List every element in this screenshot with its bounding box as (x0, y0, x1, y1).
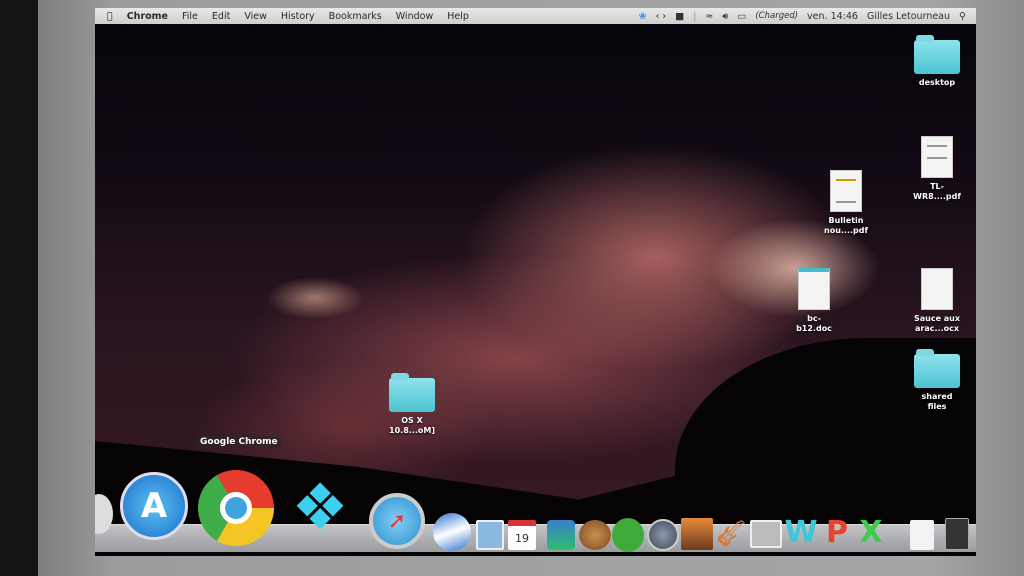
doc-icon (798, 268, 830, 310)
bluetooth-icon[interactable]: | (693, 11, 696, 22)
dock-calendar-icon[interactable]: 19 (508, 520, 536, 550)
dock-iphoto-icon[interactable] (681, 518, 713, 550)
desktop-file-tl-wr8[interactable]: TL- WR8....pdf (910, 136, 964, 202)
menu-window[interactable]: Window (396, 11, 433, 22)
dock-powerpoint-icon[interactable]: P (822, 515, 852, 550)
folder-icon (389, 373, 435, 412)
battery-icon[interactable]: ▭ (737, 11, 746, 22)
pdf-icon (830, 170, 862, 212)
mac-screen:  Chrome File Edit View History Bookmark… (95, 8, 976, 556)
doc-icon (921, 268, 953, 310)
dock-safari-icon[interactable]: ➚ (369, 493, 425, 549)
display-icon[interactable]: ■ (675, 11, 684, 22)
apple-menu-icon[interactable]:  (107, 11, 113, 22)
dock-angry-birds-space-icon[interactable] (547, 520, 575, 550)
menu-view[interactable]: View (244, 11, 267, 22)
menu-edit[interactable]: Edit (212, 11, 230, 22)
dock-app-store-icon[interactable]: A (120, 472, 188, 540)
dock-google-earth-icon[interactable] (433, 513, 471, 551)
dock-garageband-icon[interactable]: 🎸︎ (715, 518, 748, 550)
desktop-file-bc-b12[interactable]: bc-b12.doc (787, 268, 841, 334)
user-name[interactable]: Gilles Letourneau (867, 11, 950, 22)
dock-parrot-icon[interactable] (612, 518, 644, 552)
volume-icon[interactable]: 🔊︎ (722, 11, 728, 22)
dock-excel-icon[interactable]: X (856, 515, 886, 550)
dock-document-icon[interactable] (910, 520, 934, 550)
menu-bookmarks[interactable]: Bookmarks (329, 11, 382, 22)
menu-bar:  Chrome File Edit View History Bookmark… (95, 8, 976, 24)
wifi-icon[interactable]: ≈ (705, 11, 713, 22)
dock-fruit-juice-icon[interactable] (579, 520, 611, 550)
dock-tooltip: Google Chrome (195, 436, 283, 448)
dock-preview-icon[interactable] (476, 520, 504, 550)
dock-word-icon[interactable]: W (784, 515, 817, 550)
menu-file[interactable]: File (182, 11, 198, 22)
menu-help[interactable]: Help (447, 11, 469, 22)
sync-icon[interactable]: ❀ (639, 11, 647, 22)
menu-app-chrome[interactable]: Chrome (127, 11, 168, 22)
spotlight-icon[interactable]: ⚲ (959, 11, 966, 22)
code-icon[interactable]: ‹ › (656, 11, 667, 22)
desktop-folder-osx[interactable]: OS X 10.8...oM] (385, 373, 439, 436)
folder-icon (914, 35, 960, 74)
folder-icon (914, 349, 960, 388)
battery-status: (Charged) (755, 11, 799, 21)
pdf-icon (921, 136, 953, 178)
menu-history[interactable]: History (281, 11, 315, 22)
dock-stack-icon[interactable] (945, 518, 969, 550)
dock-dropbox-icon[interactable]: ❖ (280, 472, 360, 544)
dock-screenshot-icon[interactable] (750, 520, 782, 548)
desktop-file-bulletin[interactable]: Bulletin nou....pdf (819, 170, 873, 236)
desktop-file-sauce[interactable]: Sauce aux arac...ocx (910, 268, 964, 334)
desktop-folder-desktop[interactable]: desktop (910, 35, 964, 88)
clock[interactable]: ven. 14:46 (807, 11, 858, 22)
status-area: ❀ ‹ › ■ | ≈ 🔊︎ ▭ (Charged) ven. 14:46 Gi… (639, 8, 966, 24)
dock-google-chrome-icon[interactable] (198, 470, 274, 546)
dock-time-machine-icon[interactable] (647, 519, 679, 551)
desktop-folder-shared-files[interactable]: shared files (910, 349, 964, 412)
